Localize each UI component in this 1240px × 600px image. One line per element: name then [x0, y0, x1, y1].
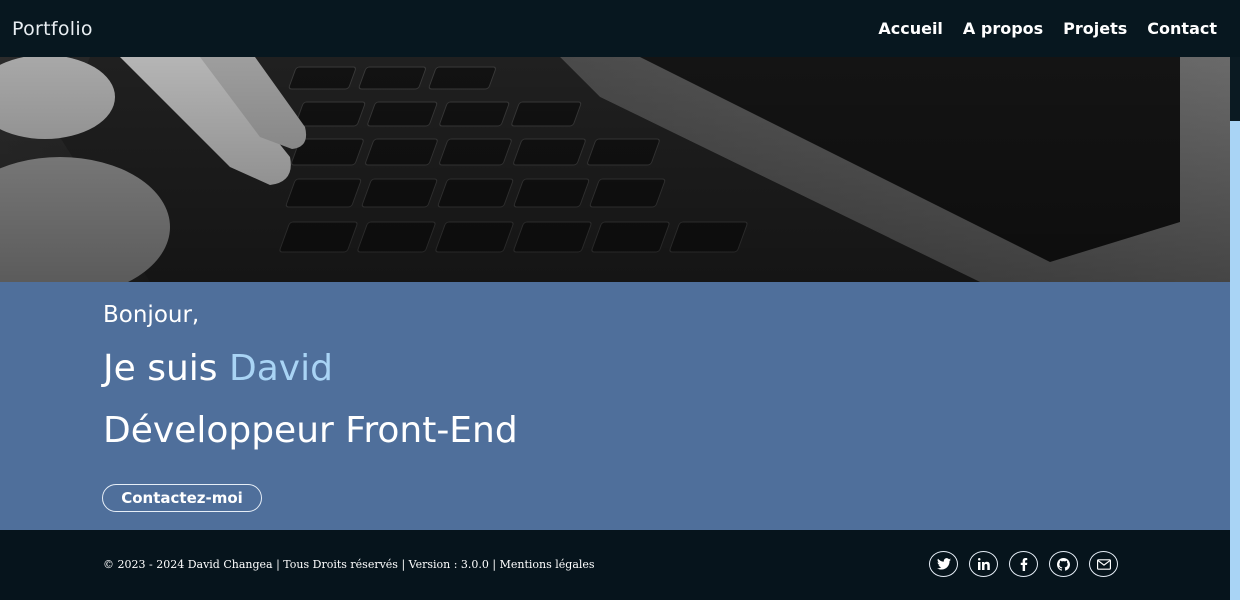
- site-footer: © 2023 - 2024 David Changea | Tous Droit…: [0, 530, 1230, 600]
- nav-link-accueil[interactable]: Accueil: [878, 19, 943, 38]
- main-nav: Accueil A propos Projets Contact: [878, 19, 1228, 38]
- intro-prefix: Je suis: [103, 348, 229, 389]
- social-links: [929, 551, 1118, 577]
- twitter-icon[interactable]: [929, 551, 958, 577]
- intro-heading: Je suis David: [103, 348, 333, 389]
- nav-link-a-propos[interactable]: A propos: [963, 19, 1043, 38]
- linkedin-icon[interactable]: [969, 551, 998, 577]
- scrollbar-thumb[interactable]: [1230, 121, 1240, 600]
- hero-image: [0, 57, 1230, 282]
- mail-icon[interactable]: [1089, 551, 1118, 577]
- contact-me-button[interactable]: Contactez-moi: [102, 484, 262, 512]
- brand-logo[interactable]: Portfolio: [12, 18, 93, 40]
- nav-link-contact[interactable]: Contact: [1147, 19, 1217, 38]
- page: Portfolio Accueil A propos Projets Conta…: [0, 0, 1240, 600]
- intro-name: David: [228, 348, 333, 389]
- nav-link-projets[interactable]: Projets: [1063, 19, 1127, 38]
- github-icon[interactable]: [1049, 551, 1078, 577]
- site-header: Portfolio Accueil A propos Projets Conta…: [0, 0, 1240, 57]
- intro-section: Bonjour, Je suis David Développeur Front…: [0, 282, 1230, 530]
- facebook-icon[interactable]: [1009, 551, 1038, 577]
- copyright-text: © 2023 - 2024 David Changea | Tous Droit…: [103, 558, 595, 571]
- laptop-keyboard-illustration: [0, 57, 1230, 282]
- intro-role: Développeur Front-End: [103, 410, 518, 451]
- greeting-text: Bonjour,: [103, 302, 200, 328]
